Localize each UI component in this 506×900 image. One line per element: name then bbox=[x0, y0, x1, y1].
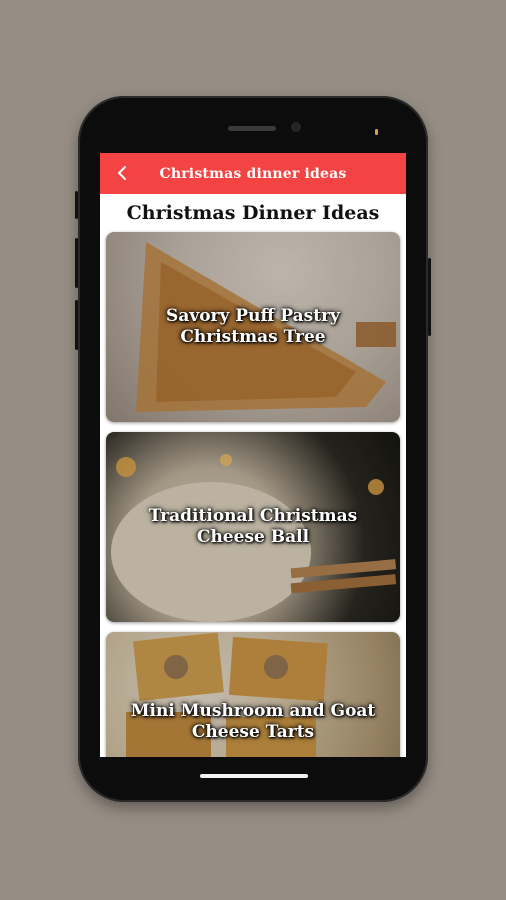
recipe-title: Mini Mushroom and Goat Cheese Tarts bbox=[130, 701, 376, 742]
phone-volume-down-button bbox=[75, 300, 78, 350]
phone-sensor bbox=[375, 129, 378, 135]
phone-frame: Christmas dinner ideas Christmas Dinner … bbox=[75, 96, 431, 802]
phone-volume-up-button bbox=[75, 238, 78, 288]
app-bar: Christmas dinner ideas bbox=[100, 153, 406, 194]
recipe-card-cheese-ball[interactable]: Traditional Christmas Cheese Ball bbox=[106, 432, 400, 622]
phone-side-button bbox=[75, 191, 78, 219]
recipe-card-mushroom-tarts[interactable]: Mini Mushroom and Goat Cheese Tarts bbox=[106, 632, 400, 757]
recipe-card-puff-pastry-tree[interactable]: Savory Puff Pastry Christmas Tree bbox=[106, 232, 400, 422]
arrow-left-icon bbox=[118, 166, 126, 180]
app-bar-title: Christmas dinner ideas bbox=[159, 165, 347, 182]
page-title: Christmas Dinner Ideas bbox=[126, 202, 380, 224]
phone-speaker bbox=[228, 126, 276, 131]
recipe-title: Traditional Christmas Cheese Ball bbox=[148, 506, 358, 547]
phone-camera bbox=[291, 122, 301, 132]
app-screen: Christmas dinner ideas Christmas Dinner … bbox=[100, 153, 406, 757]
back-button[interactable] bbox=[110, 161, 134, 185]
phone-power-button bbox=[428, 258, 431, 336]
recipe-title: Savory Puff Pastry Christmas Tree bbox=[166, 306, 340, 347]
home-indicator[interactable] bbox=[200, 774, 308, 778]
